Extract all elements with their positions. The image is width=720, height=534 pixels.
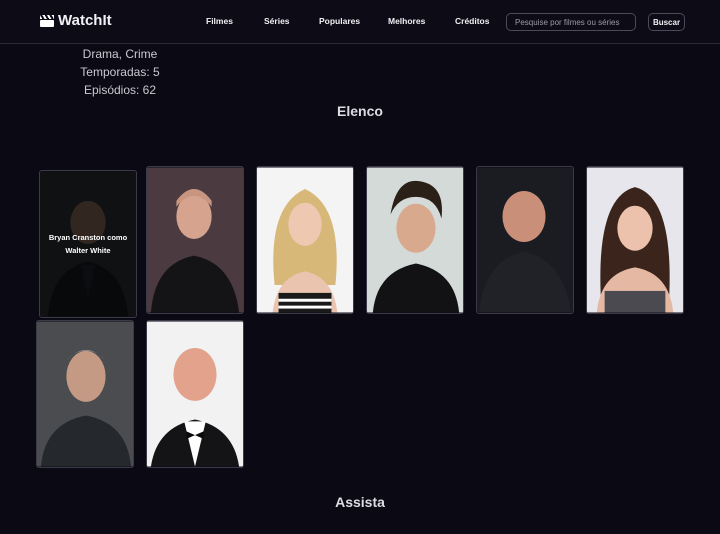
cast-photo xyxy=(147,167,243,313)
cast-caption: Bryan Cranston como Walter White xyxy=(48,233,128,255)
nav-link-creditos[interactable]: Créditos xyxy=(455,16,489,26)
cast-card[interactable] xyxy=(586,166,684,314)
cast-card[interactable] xyxy=(256,166,354,314)
watch-section-title: Assista xyxy=(335,494,385,510)
cast-card[interactable]: Bryan Cranston como Walter White xyxy=(39,170,137,318)
brand-name: WatchIt xyxy=(58,12,112,29)
episodes-text: Episódios: 62 xyxy=(83,83,157,97)
nav-link-melhores[interactable]: Melhores xyxy=(388,16,425,26)
cast-photo xyxy=(257,167,353,313)
genres-text: Drama, Crime xyxy=(82,47,158,61)
cast-photo xyxy=(587,167,683,313)
cast-card[interactable] xyxy=(146,166,244,314)
cast-photo xyxy=(367,167,463,313)
cast-card[interactable] xyxy=(146,320,244,468)
cast-photo xyxy=(147,321,243,467)
navbar: WatchIt Filmes Séries Populares Melhores… xyxy=(0,0,720,44)
clapperboard-icon xyxy=(40,14,54,27)
search-button[interactable]: Buscar xyxy=(648,13,685,31)
brand-logo[interactable]: WatchIt xyxy=(40,12,112,29)
nav-link-filmes[interactable]: Filmes xyxy=(206,16,233,26)
seasons-text: Temporadas: 5 xyxy=(80,65,160,79)
cast-photo xyxy=(37,321,133,467)
cast-photo xyxy=(477,167,573,313)
cast-card[interactable] xyxy=(476,166,574,314)
nav-link-series[interactable]: Séries xyxy=(264,16,290,26)
search-input[interactable] xyxy=(506,13,636,31)
nav-link-populares[interactable]: Populares xyxy=(319,16,360,26)
cast-card[interactable] xyxy=(36,320,134,468)
cast-card[interactable] xyxy=(366,166,464,314)
cast-section-title: Elenco xyxy=(337,103,383,119)
